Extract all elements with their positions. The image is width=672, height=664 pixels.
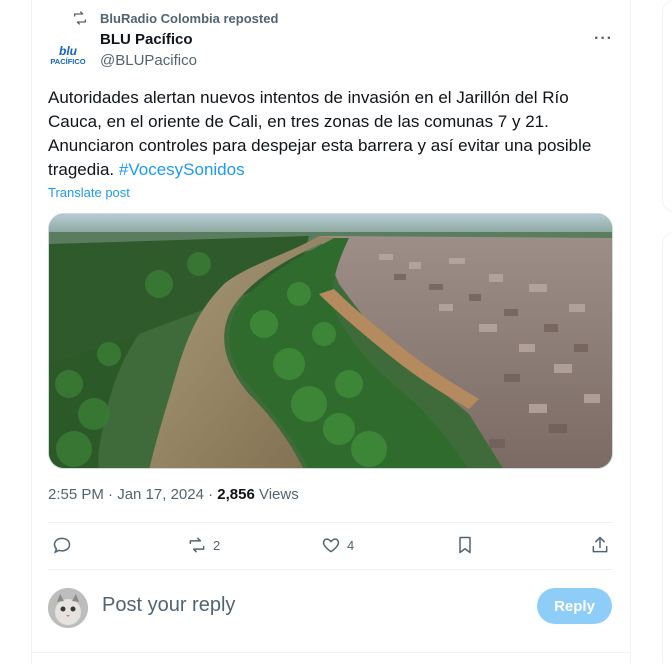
- bookmark-icon: [459, 536, 471, 554]
- author-name[interactable]: BLU Pacífico: [100, 31, 193, 48]
- aerial-river-photo: [49, 214, 612, 468]
- like-action[interactable]: 4: [321, 535, 354, 555]
- reply-input[interactable]: Post your reply: [102, 594, 235, 617]
- left-border: [31, 0, 32, 664]
- cat-avatar-image: [48, 588, 88, 628]
- repost-indicator[interactable]: BluRadio Colombia reposted: [72, 10, 278, 26]
- author-avatar[interactable]: blu PACÍFICO: [48, 36, 88, 76]
- reply-action[interactable]: [52, 535, 72, 555]
- repost-count: 2: [213, 537, 221, 553]
- right-border: [630, 0, 631, 664]
- repost-text: BluRadio Colombia reposted: [100, 10, 279, 26]
- repost-icon: [74, 11, 86, 25]
- repost-action[interactable]: 2: [187, 535, 220, 555]
- like-count: 4: [347, 537, 355, 553]
- bookmark-action[interactable]: [455, 535, 475, 555]
- more-options-icon[interactable]: ···: [594, 30, 613, 48]
- timestamp[interactable]: 2:55 PM · Jan 17, 2024 ·: [48, 486, 217, 503]
- reply-icon: [53, 537, 71, 554]
- sidebar-panel-edge: [662, 232, 672, 664]
- sidebar-panel-edge: [662, 0, 672, 212]
- logo-subtext: PACÍFICO: [50, 57, 86, 66]
- divider: [48, 569, 613, 570]
- views-count: 2,856: [217, 486, 255, 503]
- translate-link[interactable]: Translate post: [48, 185, 130, 200]
- tweet-meta: 2:55 PM · Jan 17, 2024 · 2,856 Views: [48, 486, 299, 503]
- logo-text: blu: [59, 44, 77, 58]
- hashtag-link[interactable]: #VocesySonidos: [119, 160, 245, 179]
- divider: [32, 652, 630, 653]
- heart-icon: [322, 538, 340, 553]
- share-action[interactable]: [590, 535, 610, 555]
- repost-icon: [189, 537, 205, 553]
- views-label: Views: [254, 486, 299, 503]
- tweet-image[interactable]: [48, 213, 613, 469]
- user-avatar[interactable]: [48, 588, 88, 628]
- share-icon: [592, 536, 608, 553]
- divider: [48, 522, 613, 523]
- author-handle[interactable]: @BLUPacifico: [100, 52, 197, 69]
- tweet-text: Autoridades alertan nuevos intentos de i…: [48, 86, 618, 182]
- reply-button[interactable]: Reply: [537, 588, 612, 624]
